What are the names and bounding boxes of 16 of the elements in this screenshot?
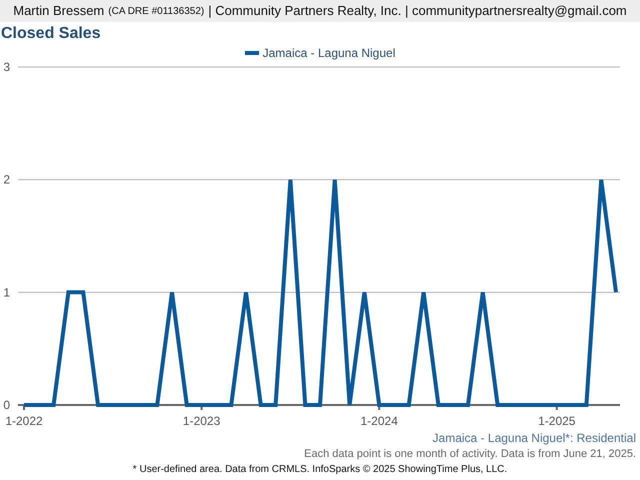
axis-label: 1-2025 <box>538 414 576 428</box>
legend-label: Jamaica - Laguna Niguel <box>262 46 396 60</box>
area-subtitle: Jamaica - Laguna Niguel*: Residential <box>432 431 636 445</box>
agent-name: Martin Bressem <box>13 2 104 20</box>
footer-credit: * User-defined area. Data from CRMLS. InfoSparks © 2025 ShowingTime Plus, LLC. <box>132 464 508 475</box>
axis-label: 1 <box>3 285 10 300</box>
axis-label: 2 <box>3 172 10 187</box>
data-note: Each data point is one month of activity. Data is from June 21, 2025. <box>304 448 636 460</box>
axis-label: 0 <box>3 398 10 412</box>
axis-label: 1-2024 <box>360 414 398 428</box>
license-number: (CA DRE #01136352) <box>108 4 204 18</box>
axis-label: 1-2023 <box>182 414 220 428</box>
chart-title: Closed Sales <box>0 24 102 44</box>
company-contact: | Community Partners Realty, Inc. | communitypartnersrealty@gmail.com <box>208 2 627 20</box>
axis-label: 1-2022 <box>5 414 43 428</box>
axis-label: 3 <box>3 60 10 74</box>
